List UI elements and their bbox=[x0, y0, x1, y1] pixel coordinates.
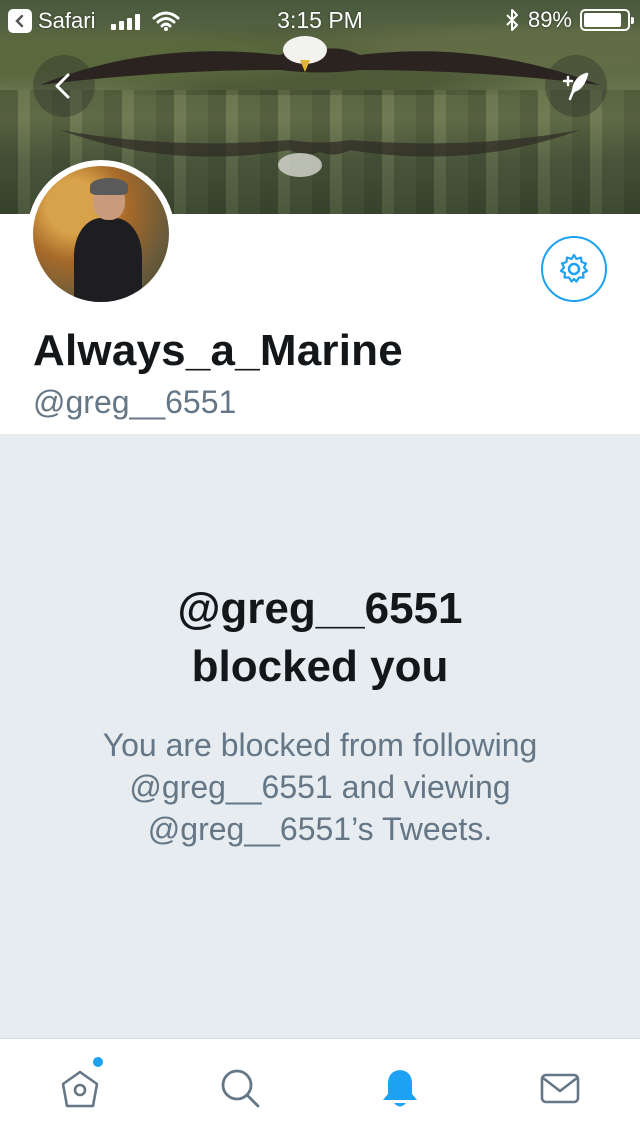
blocked-notice-panel: @greg__6551 blocked you You are blocked … bbox=[0, 434, 640, 1038]
battery-icon bbox=[580, 9, 634, 31]
tab-search[interactable] bbox=[215, 1063, 265, 1113]
tab-bar bbox=[0, 1038, 640, 1136]
new-content-dot bbox=[93, 1057, 103, 1067]
avatar[interactable] bbox=[27, 160, 175, 308]
avatar-image bbox=[33, 166, 169, 302]
tab-home[interactable] bbox=[55, 1057, 105, 1113]
blocked-description: You are blocked from following @greg__65… bbox=[102, 727, 538, 847]
back-button[interactable] bbox=[33, 55, 95, 117]
compose-tweet-button[interactable] bbox=[545, 55, 607, 117]
profile-handle: @greg__6551 bbox=[33, 384, 237, 420]
gear-icon bbox=[559, 253, 589, 283]
profile-settings-button[interactable] bbox=[541, 236, 607, 302]
battery-percent: 89% bbox=[527, 7, 572, 32]
home-icon bbox=[61, 1070, 99, 1108]
compose-feather-icon bbox=[562, 72, 589, 101]
profile-display-name: Always_a_Marine bbox=[33, 326, 403, 375]
notifications-bell-icon bbox=[383, 1070, 417, 1107]
blocked-title-handle: @greg__6551 bbox=[177, 584, 463, 633]
chevron-left-icon bbox=[55, 73, 70, 99]
envelope-icon bbox=[540, 1073, 580, 1104]
status-bar: Safari 3:15 PM 89% bbox=[0, 0, 640, 40]
blocked-title-text: blocked you bbox=[191, 642, 449, 691]
blocked-title: @greg__6551 blocked you bbox=[0, 580, 640, 696]
tab-messages[interactable] bbox=[535, 1063, 585, 1113]
tab-notifications[interactable] bbox=[375, 1063, 425, 1113]
bluetooth-icon bbox=[506, 9, 518, 31]
search-icon bbox=[221, 1069, 260, 1108]
